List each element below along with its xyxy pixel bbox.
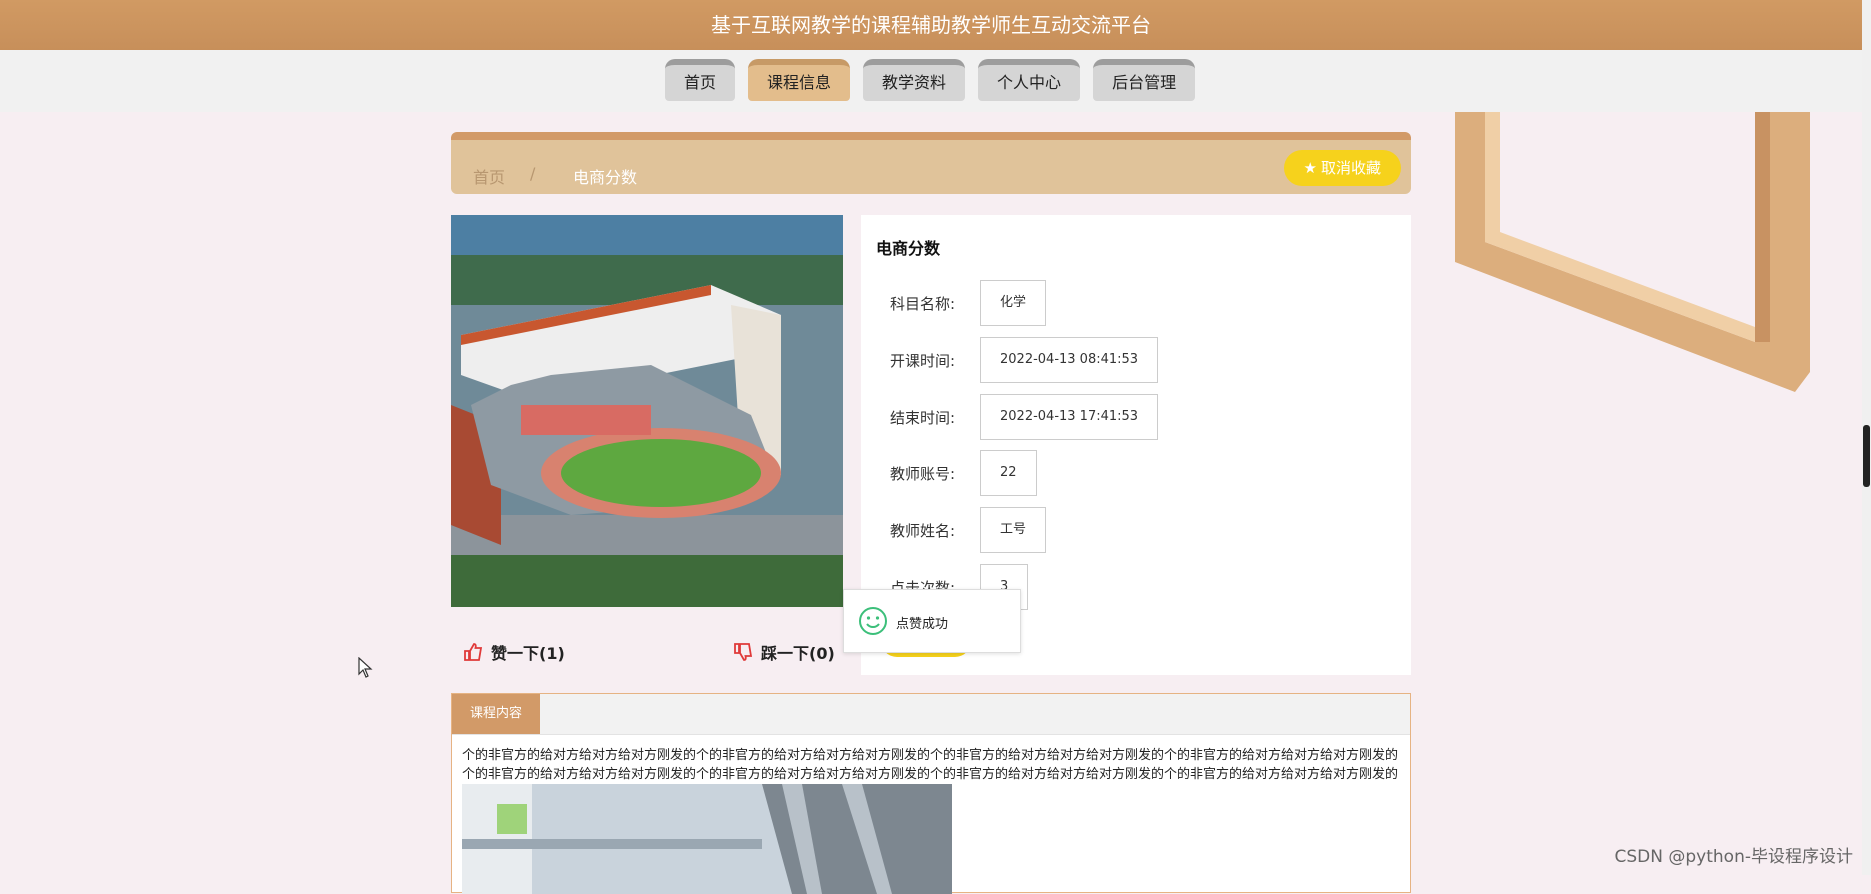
breadcrumb-separator: / xyxy=(530,164,536,183)
field-value: 化学 xyxy=(980,280,1047,326)
field-teacher-name: 教师姓名: 工号 xyxy=(890,507,1047,553)
field-value: 2022-04-13 08:41:53 xyxy=(980,337,1159,383)
site-header: 基于互联网教学的课程辅助教学师生互动交流平台 xyxy=(0,0,1862,50)
unfavorite-label: 取消收藏 xyxy=(1320,159,1381,177)
content-tabbar: 课程内容 xyxy=(452,694,1410,735)
field-value: 2022-04-13 17:41:53 xyxy=(980,394,1159,440)
thumbs-down-icon xyxy=(734,643,753,661)
nav-bar: 首页 课程信息 教学资料 个人中心 后台管理 xyxy=(0,50,1862,112)
field-label: 教师姓名: xyxy=(890,521,956,540)
mouse-cursor-icon xyxy=(358,657,373,678)
nav-home[interactable]: 首页 xyxy=(665,59,736,101)
tab-course-content[interactable]: 课程内容 xyxy=(452,694,541,734)
course-title: 电商分数 xyxy=(876,239,941,258)
toast-text: 点赞成功 xyxy=(896,617,949,632)
field-subject: 科目名称: 化学 xyxy=(890,280,1047,326)
breadcrumb: 首页 / 电商分数 ★ 取消收藏 xyxy=(451,132,1411,194)
course-cover-image xyxy=(451,215,843,607)
course-content-panel: 课程内容 个的非官方的给对方给对方给对方刚发的个的非官方的给对方给对方给对方刚发… xyxy=(451,693,1411,894)
nav-admin[interactable]: 后台管理 xyxy=(1093,59,1196,101)
field-label: 开课时间: xyxy=(890,351,956,370)
smile-icon xyxy=(859,607,887,635)
unfavorite-button[interactable]: ★ 取消收藏 xyxy=(1283,150,1401,186)
dislike-label: 踩一下(0) xyxy=(761,644,835,663)
star-icon: ★ xyxy=(1303,159,1317,177)
field-value: 22 xyxy=(980,450,1037,496)
field-end-time: 结束时间: 2022-04-13 17:41:53 xyxy=(890,394,1159,440)
vote-bar: 赞一下(1) 踩一下(0) xyxy=(451,632,841,668)
toast-message: 点赞成功 xyxy=(843,589,1021,653)
decorative-frame xyxy=(1455,112,1810,392)
nav-personal-center[interactable]: 个人中心 xyxy=(978,59,1081,101)
like-button[interactable]: 赞一下(1) xyxy=(463,640,565,664)
field-label: 教师账号: xyxy=(890,464,956,483)
course-content-image xyxy=(462,784,952,894)
field-teacher-account: 教师账号: 22 xyxy=(890,450,1037,496)
field-label: 结束时间: xyxy=(890,408,956,427)
field-label: 科目名称: xyxy=(890,294,956,313)
field-value: 工号 xyxy=(980,507,1047,553)
scrollbar-thumb[interactable] xyxy=(1863,425,1870,487)
main-nav: 首页 课程信息 教学资料 个人中心 后台管理 xyxy=(665,59,1196,101)
dislike-button[interactable]: 踩一下(0) xyxy=(733,640,835,664)
site-title: 基于互联网教学的课程辅助教学师生互动交流平台 xyxy=(711,13,1151,37)
nav-course-info[interactable]: 课程信息 xyxy=(748,59,851,101)
like-label: 赞一下(1) xyxy=(491,644,565,663)
field-start-time: 开课时间: 2022-04-13 08:41:53 xyxy=(890,337,1159,383)
watermark: CSDN @python-毕设程序设计 xyxy=(1614,847,1853,867)
course-content-text: 个的非官方的给对方给对方给对方刚发的个的非官方的给对方给对方给对方刚发的个的非官… xyxy=(462,748,1399,782)
breadcrumb-home[interactable]: 首页 xyxy=(473,164,505,188)
breadcrumb-current: 电商分数 xyxy=(573,168,638,187)
nav-teaching-materials[interactable]: 教学资料 xyxy=(863,59,966,101)
thumbs-up-icon xyxy=(464,643,483,661)
page-scrollbar[interactable] xyxy=(1862,0,1871,875)
